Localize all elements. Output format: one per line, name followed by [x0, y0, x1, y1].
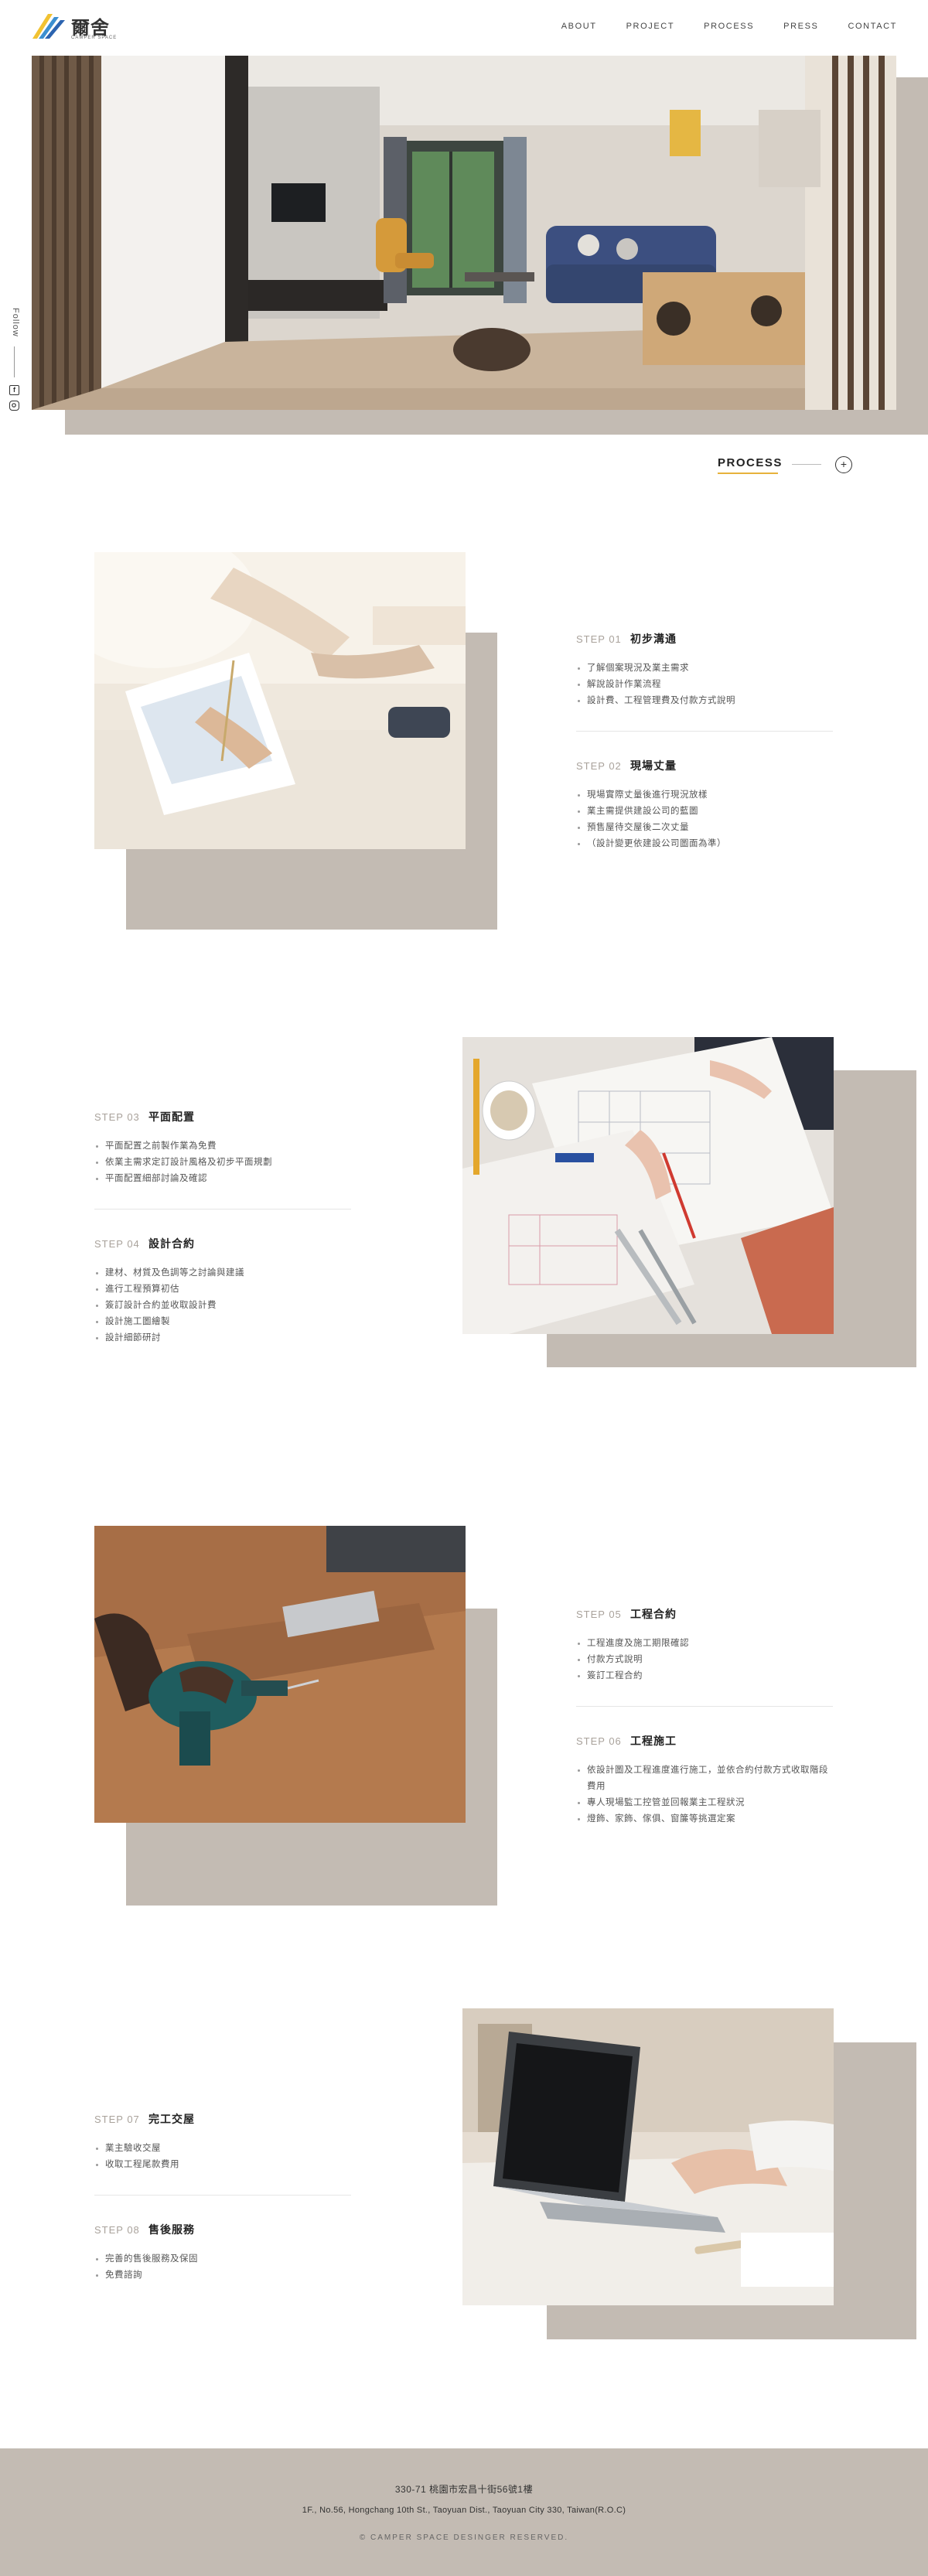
list-item: 免費諮詢: [94, 2267, 351, 2284]
list-item: 收取工程尾款費用: [94, 2157, 351, 2173]
step-divider: [94, 2195, 351, 2196]
list-item: 業主需提供建設公司的藍圖: [576, 804, 833, 820]
list-item: 解說設計作業流程: [576, 677, 833, 693]
step-title: 工程合約: [630, 1608, 677, 1620]
step-number: STEP 08: [94, 2224, 140, 2236]
step-title: 初步溝通: [630, 633, 677, 645]
list-item: 了解個案現況及業主需求: [576, 660, 833, 677]
hero-image: [32, 56, 896, 410]
step-05: STEP 05 工程合約 工程進度及施工期限確認 付款方式說明 簽訂工程合約: [576, 1606, 833, 1684]
step-number: STEP 04: [94, 1238, 140, 1250]
step-06: STEP 06 工程施工 依設計圖及工程進度進行施工，並依合約付款方式收取階段費…: [576, 1733, 833, 1827]
list-item: 簽訂設計合約並收取設計費: [94, 1298, 351, 1314]
step-title: 售後服務: [148, 2223, 195, 2236]
block2-photo: [462, 1037, 834, 1334]
process-plus-button[interactable]: +: [835, 456, 852, 473]
nav-contact[interactable]: CONTACT: [848, 22, 897, 31]
step-number: STEP 01: [576, 633, 622, 645]
list-item: 設計費、工程管理費及付款方式說明: [576, 693, 833, 709]
footer-address-en: 1F., No.56, Hongchang 10th St., Taoyuan …: [302, 2506, 626, 2515]
step-title: 設計合約: [148, 1237, 195, 1250]
step-title: 平面配置: [148, 1111, 195, 1123]
step-number: STEP 05: [576, 1609, 622, 1620]
list-item: 預售屋待交屋後二次丈量: [576, 820, 833, 836]
block1-photo: [94, 552, 466, 849]
list-item: 工程進度及施工期限確認: [576, 1636, 833, 1652]
list-item: 業主驗收交屋: [94, 2141, 351, 2157]
logo[interactable]: 爾舍 CAMPER SPACE: [31, 11, 124, 45]
step-divider: [576, 1706, 833, 1707]
list-item: 完善的售後服務及保固: [94, 2251, 351, 2267]
nav-about[interactable]: ABOUT: [561, 22, 597, 31]
step-number: STEP 03: [94, 1111, 140, 1123]
step-title: 工程施工: [630, 1735, 677, 1747]
step-02: STEP 02 現場丈量 現場實際丈量後進行現況放樣 業主需提供建設公司的藍圖 …: [576, 758, 833, 852]
nav-process[interactable]: PROCESS: [704, 22, 754, 31]
block4-photo: [462, 2008, 834, 2305]
list-item: 建材、材質及色調等之討論與建議: [94, 1265, 351, 1281]
block1-steps: STEP 01 初步溝通 了解個案現況及業主需求 解說設計作業流程 設計費、工程…: [576, 631, 833, 852]
list-item: 燈飾、家飾、傢俱、窗簾等挑選定案: [576, 1811, 833, 1827]
process-line: [792, 464, 821, 465]
step-01: STEP 01 初步溝通 了解個案現況及業主需求 解說設計作業流程 設計費、工程…: [576, 631, 833, 709]
list-item: 進行工程預算初估: [94, 1281, 351, 1298]
logo-mark-icon: [32, 14, 65, 39]
list-item: 現場實際丈量後進行現況放樣: [576, 787, 833, 804]
brand-tagline: CAMPER SPACE: [71, 36, 118, 40]
step-divider: [576, 731, 833, 732]
list-item: 平面配置之前製作業為免費: [94, 1138, 351, 1155]
step-04: STEP 04 設計合約 建材、材質及色調等之討論與建議 進行工程預算初估 簽訂…: [94, 1236, 351, 1346]
list-item: 設計細節研討: [94, 1330, 351, 1346]
step-03: STEP 03 平面配置 平面配置之前製作業為免費 依業主需求定訂設計風格及初步…: [94, 1109, 351, 1187]
step-title: 完工交屋: [148, 2113, 195, 2125]
nav-press[interactable]: PRESS: [783, 22, 818, 31]
block3-steps: STEP 05 工程合約 工程進度及施工期限確認 付款方式說明 簽訂工程合約 S…: [576, 1606, 833, 1827]
follow-label: Follow: [11, 308, 20, 337]
facebook-icon[interactable]: f: [9, 385, 19, 395]
nav-project[interactable]: PROJECT: [626, 22, 675, 31]
list-item: 設計施工圖繪製: [94, 1314, 351, 1330]
process-heading: PROCESS: [718, 456, 783, 469]
process-underline: [718, 473, 778, 474]
instagram-icon[interactable]: [9, 401, 19, 411]
list-item: （設計變更依建設公司圖面為準）: [576, 836, 833, 852]
step-07: STEP 07 完工交屋 業主驗收交屋 收取工程尾款費用: [94, 2111, 351, 2173]
follow-divider: [14, 346, 15, 377]
step-number: STEP 06: [576, 1735, 622, 1747]
footer-address-zh: 330-71 桃園市宏昌十街56號1樓: [394, 2484, 534, 2495]
block4-steps: STEP 07 完工交屋 業主驗收交屋 收取工程尾款費用 STEP 08 售後服…: [94, 2111, 351, 2284]
footer-copyright: © CAMPER SPACE DESINGER RESERVED.: [359, 2533, 569, 2542]
step-title: 現場丈量: [630, 759, 677, 772]
site-header: 爾舍 CAMPER SPACE ABOUT PROJECT PROCESS PR…: [0, 0, 928, 54]
list-item: 付款方式說明: [576, 1652, 833, 1668]
step-divider: [94, 1209, 351, 1210]
site-footer: 330-71 桃園市宏昌十街56號1樓 1F., No.56, Hongchan…: [0, 2448, 928, 2576]
main-nav: ABOUT PROJECT PROCESS PRESS CONTACT: [532, 22, 897, 31]
block3-photo: [94, 1526, 466, 1823]
list-item: 依業主需求定訂設計風格及初步平面規劃: [94, 1155, 351, 1171]
step-number: STEP 07: [94, 2114, 140, 2125]
list-item: 平面配置細部討論及確認: [94, 1171, 351, 1187]
block2-steps: STEP 03 平面配置 平面配置之前製作業為免費 依業主需求定訂設計風格及初步…: [94, 1109, 351, 1346]
list-item: 專人現場監工控管並回報業主工程狀況: [576, 1795, 833, 1811]
list-item: 依設計圖及工程進度進行施工，並依合約付款方式收取階段費用: [576, 1762, 833, 1795]
list-item: 簽訂工程合約: [576, 1668, 833, 1684]
step-number: STEP 02: [576, 760, 622, 772]
step-08: STEP 08 售後服務 完善的售後服務及保固 免費諮詢: [94, 2222, 351, 2284]
